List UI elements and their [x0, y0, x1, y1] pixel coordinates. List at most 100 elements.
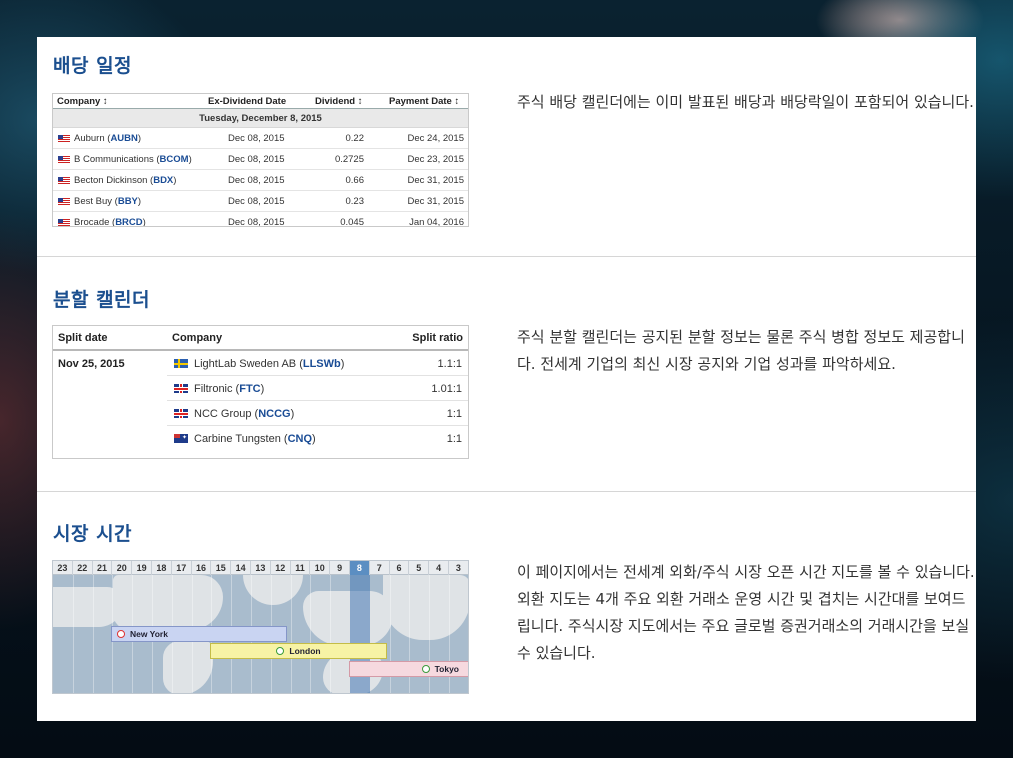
map-land [383, 575, 468, 640]
hour-label: 15 [211, 561, 232, 575]
ticker-link[interactable]: BDX [153, 175, 173, 186]
company-cell: Becton Dickinson (BDX) [74, 175, 177, 186]
us-flag-icon [58, 177, 70, 185]
dividend-table-header: Company ↕ Ex-Dividend Date Dividend ↕ Pa… [53, 94, 468, 109]
hour-label: 3 [449, 561, 468, 575]
split-section: 분할 캘린더 Split date Company Split ratio No… [37, 257, 976, 491]
us-flag-icon [58, 198, 70, 206]
col-split-ratio: Split ratio [412, 332, 463, 344]
dividend-cell: 0.2725 [334, 154, 364, 165]
australia-flag-icon [174, 434, 188, 443]
map-land [303, 591, 393, 646]
company-cell: NCC Group (NCCG) [194, 408, 295, 420]
ratio-cell: 1.1:1 [437, 358, 462, 370]
table-row: NCC Group (NCCG) 1:1 [53, 401, 468, 426]
dividend-description: 주식 배당 캘린더에는 이미 발표된 배당과 배당락일이 포함되어 있습니다. [517, 93, 974, 111]
current-hour-label: 8 [350, 561, 370, 575]
ratio-cell: 1.01:1 [431, 383, 462, 395]
clock-closed-icon [117, 630, 125, 638]
ex-date-cell: Dec 08, 2015 [228, 217, 285, 227]
ticker-link[interactable]: LLSWb [303, 358, 341, 370]
col-split-date: Split date [58, 332, 108, 344]
market-bar-new-york[interactable]: New York [111, 626, 287, 642]
hour-label: 16 [192, 561, 212, 575]
table-row: Nov 25, 2015 LightLab Sweden AB (LLSWb) … [53, 351, 468, 376]
us-flag-icon [58, 135, 70, 143]
hour-label: 9 [330, 561, 350, 575]
split-table-header: Split date Company Split ratio [53, 326, 468, 351]
hour-label: 4 [429, 561, 449, 575]
table-row: Becton Dickinson (BDX) Dec 08, 2015 0.66… [53, 170, 468, 191]
uk-flag-icon [174, 384, 188, 393]
payment-cell: Dec 31, 2015 [407, 196, 464, 207]
hour-label: 12 [271, 561, 291, 575]
table-row: Brocade (BRCD) Dec 08, 2015 0.045 Jan 04… [53, 212, 468, 227]
hour-label: 7 [370, 561, 390, 575]
market-hours-description: 이 페이지에서는 전세계 외화/주식 시장 오픈 시간 지도를 볼 수 있습니다… [517, 563, 975, 662]
ticker-link[interactable]: FTC [239, 383, 260, 395]
dividend-title: 배당 일정 [53, 55, 133, 77]
ex-date-cell: Dec 08, 2015 [228, 154, 285, 165]
payment-cell: Dec 23, 2015 [407, 154, 464, 165]
col-ex-dividend-date[interactable]: Ex-Dividend Date [208, 96, 286, 107]
clock-open-icon [276, 647, 285, 655]
company-cell: Auburn (AUBN) [74, 133, 142, 144]
col-payment-date[interactable]: Payment Date ↕ [389, 96, 459, 107]
company-cell: B Communications (BCOM) [74, 154, 192, 165]
table-row: Auburn (AUBN) Dec 08, 2015 0.22 Dec 24, … [53, 128, 468, 149]
company-cell: Carbine Tungsten (CNQ) [194, 433, 316, 445]
col-dividend[interactable]: Dividend ↕ [315, 96, 363, 107]
market-bar-london[interactable]: London [210, 643, 387, 659]
split-date-cell: Nov 25, 2015 [58, 358, 125, 370]
hour-label: 5 [409, 561, 430, 575]
hour-label: 19 [132, 561, 152, 575]
col-company: Company [172, 332, 223, 344]
uk-flag-icon [174, 409, 188, 418]
hour-label: 17 [172, 561, 192, 575]
us-flag-icon [58, 156, 70, 164]
ticker-link[interactable]: BCOM [160, 154, 189, 165]
dividend-cell: 0.23 [345, 196, 365, 207]
split-description: 주식 분할 캘린더는 공지된 분할 정보는 물론 주식 병합 정보도 제공합니다… [517, 328, 965, 373]
dividend-date-group: Tuesday, December 8, 2015 [53, 109, 468, 128]
ex-date-cell: Dec 08, 2015 [228, 175, 285, 186]
hour-label: 23 [53, 561, 73, 575]
table-row: Carbine Tungsten (CNQ) 1:1 [53, 426, 468, 451]
clock-open-icon [421, 665, 430, 673]
hour-label: 20 [112, 561, 133, 575]
company-cell: Best Buy (BBY) [74, 196, 142, 207]
payment-cell: Dec 24, 2015 [407, 133, 464, 144]
hour-label: 22 [73, 561, 93, 575]
dividend-cell: 0.045 [340, 217, 364, 227]
hour-label: 21 [93, 561, 113, 575]
split-title: 분할 캘린더 [53, 289, 151, 311]
payment-cell: Jan 04, 2016 [409, 217, 464, 227]
ticker-link[interactable]: BRCD [115, 217, 142, 226]
ex-date-cell: Dec 08, 2015 [228, 196, 285, 207]
ticker-link[interactable]: AUBN [110, 133, 137, 144]
ticker-link[interactable]: NCCG [258, 408, 290, 420]
market-bar-tokyo[interactable]: Tokyo [349, 661, 468, 677]
sweden-flag-icon [174, 359, 188, 368]
ticker-link[interactable]: CNQ [288, 433, 312, 445]
hour-label: 6 [390, 561, 410, 575]
ticker-link[interactable]: BBY [118, 196, 138, 207]
us-flag-icon [58, 219, 70, 226]
ratio-cell: 1:1 [446, 433, 462, 445]
hour-label: 18 [152, 561, 172, 575]
ratio-cell: 1:1 [446, 408, 462, 420]
table-row: Filtronic (FTC) 1.01:1 [53, 376, 468, 401]
col-company[interactable]: Company ↕ [57, 96, 108, 107]
dividend-table: Company ↕ Ex-Dividend Date Dividend ↕ Pa… [52, 93, 469, 227]
payment-cell: Dec 31, 2015 [407, 175, 464, 186]
dividend-cell: 0.22 [345, 133, 365, 144]
hour-label: 10 [310, 561, 331, 575]
map-land [163, 641, 213, 693]
dividend-section: 배당 일정 Company ↕ Ex-Dividend Date Dividen… [37, 37, 976, 256]
table-row: B Communications (BCOM) Dec 08, 2015 0.2… [53, 149, 468, 170]
hour-label: 13 [251, 561, 271, 575]
ex-date-cell: Dec 08, 2015 [228, 133, 285, 144]
company-cell: Filtronic (FTC) [194, 383, 265, 395]
market-hours-map[interactable]: 23 22 21 20 19 18 17 16 15 14 13 12 11 1… [52, 560, 469, 694]
table-row: Best Buy (BBY) Dec 08, 2015 0.23 Dec 31,… [53, 191, 468, 212]
